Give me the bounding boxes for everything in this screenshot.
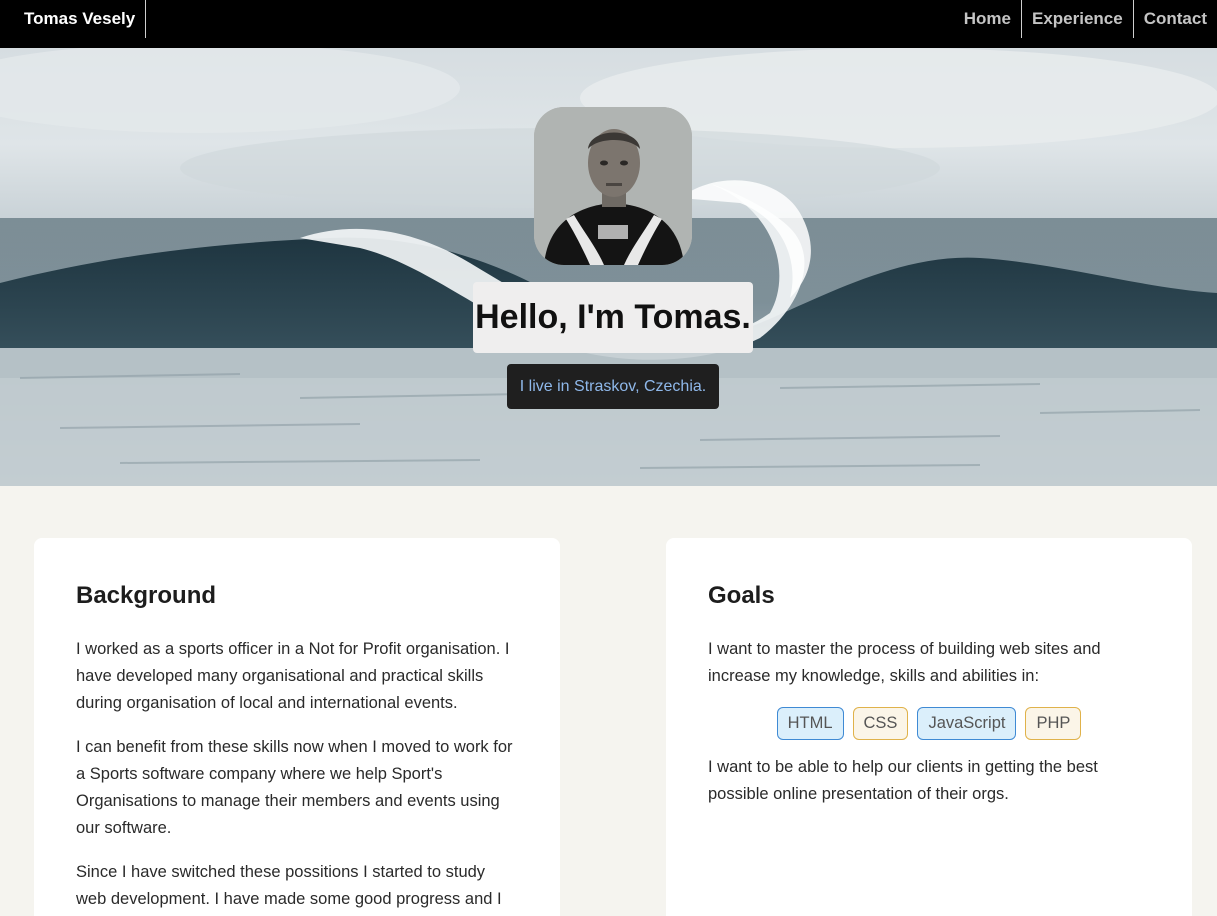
goals-title: Goals <box>708 582 775 609</box>
skills-chip-list: HTML CSS JavaScript PHP <box>708 707 1150 740</box>
skill-chip-css: CSS <box>852 707 909 740</box>
brand-name: Tomas Vesely <box>24 9 136 28</box>
location-text: I live in Straskov, Czechia. <box>519 377 707 395</box>
skill-chip-html: HTML <box>776 707 844 740</box>
nav-links: Home Experience Contact <box>954 0 1217 38</box>
goals-intro: I want to master the process of building… <box>708 640 1101 685</box>
greeting-box: Hello, I'm Tomas. <box>473 282 753 353</box>
background-paragraph-1: I worked as a sports officer in a Not fo… <box>76 640 510 712</box>
background-paragraph-3: Since I have switched these possitions I… <box>76 863 502 908</box>
person-portrait-image <box>534 107 692 265</box>
goals-outro: I want to be able to help our clients in… <box>708 758 1098 803</box>
nav-home-link[interactable]: Home <box>954 0 1021 38</box>
brand-link[interactable]: Tomas Vesely <box>0 0 147 38</box>
greeting-heading: Hello, I'm Tomas. <box>475 298 751 336</box>
nav-experience-link[interactable]: Experience <box>1020 0 1133 38</box>
top-navbar: Tomas Vesely Home Experience Contact <box>0 0 1217 48</box>
profile-photo <box>534 107 692 265</box>
skill-chip-javascript: JavaScript <box>917 707 1017 740</box>
location-box: I live in Straskov, Czechia. <box>507 364 719 409</box>
background-paragraph-2: I can benefit from these skills now when… <box>76 738 513 837</box>
hero-banner: Hello, I'm Tomas. I live in Straskov, Cz… <box>0 48 1217 486</box>
goals-card: Goals I want to master the process of bu… <box>666 538 1192 916</box>
background-title: Background <box>76 582 217 609</box>
background-card: Background I worked as a sports officer … <box>34 538 560 916</box>
nav-contact-link[interactable]: Contact <box>1132 0 1217 38</box>
skill-chip-php: PHP <box>1025 707 1082 740</box>
